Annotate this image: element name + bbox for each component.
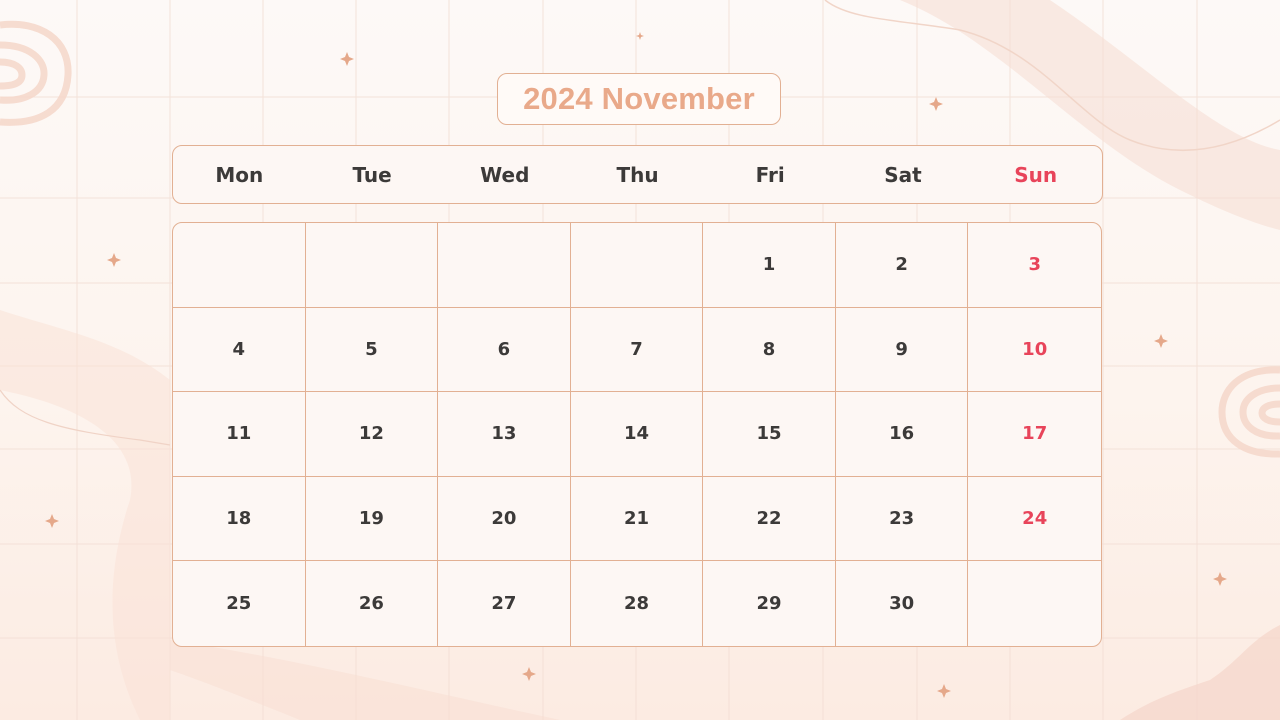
day-cell: 9 [835,307,969,393]
day-cell: 15 [703,392,836,477]
weekday-header: Mon Tue Wed Thu Fri Sat Sun [172,145,1103,204]
weekday-wed: Wed [480,162,530,187]
calendar-grid: 1 2 3 4 5 6 7 8 9 10 11 12 13 14 15 16 1… [172,222,1102,647]
day-cell-sunday: 24 [968,477,1101,562]
day-cell: 23 [835,476,969,562]
day-cell: 29 [703,561,836,646]
day-cell: 30 [836,561,969,646]
weekday-tue: Tue [352,162,392,187]
weekday-sun: Sun [1014,162,1058,187]
day-cell: 16 [835,392,969,477]
month-title-box: 2024 November [497,73,781,125]
day-cell-sunday: 10 [968,308,1101,393]
swirl-icon [0,20,72,126]
day-cell-sunday: 17 [968,392,1101,477]
weekday-sat: Sat [884,162,922,187]
day-cell: 18 [173,476,306,562]
day-cell: 26 [306,561,439,646]
day-cell-sunday: 3 [968,223,1101,308]
day-cell: 1 [703,223,836,308]
weekday-thu: Thu [616,162,659,187]
day-cell: 5 [305,307,439,393]
wave-band-left [0,310,170,720]
day-cell: 8 [703,307,836,393]
day-cell: 7 [570,307,704,393]
day-cell: 28 [571,561,704,646]
day-cell: 20 [438,476,571,562]
day-cell: 6 [438,307,571,393]
day-cell [570,223,704,308]
swirl-icon [1218,366,1280,458]
wave-band-bottom [170,640,560,720]
day-cell: 12 [305,392,439,477]
day-cell: 14 [570,392,704,477]
weekday-mon: Mon [215,162,264,187]
day-cell [305,223,439,308]
day-cell: 21 [570,476,704,562]
day-cell: 11 [173,392,306,477]
day-cell [438,223,571,308]
weekday-fri: Fri [755,162,785,187]
day-cell: 2 [835,223,969,308]
day-cell [173,223,306,308]
day-cell: 22 [703,476,836,562]
day-cell: 25 [173,561,306,646]
wave-bottom-right [1120,625,1280,720]
day-cell: 4 [173,307,306,393]
day-cell-sunday [968,561,1101,646]
day-cell: 27 [438,561,571,646]
month-title: 2024 November [523,81,755,116]
day-cell: 19 [305,476,439,562]
day-cell: 13 [438,392,571,477]
